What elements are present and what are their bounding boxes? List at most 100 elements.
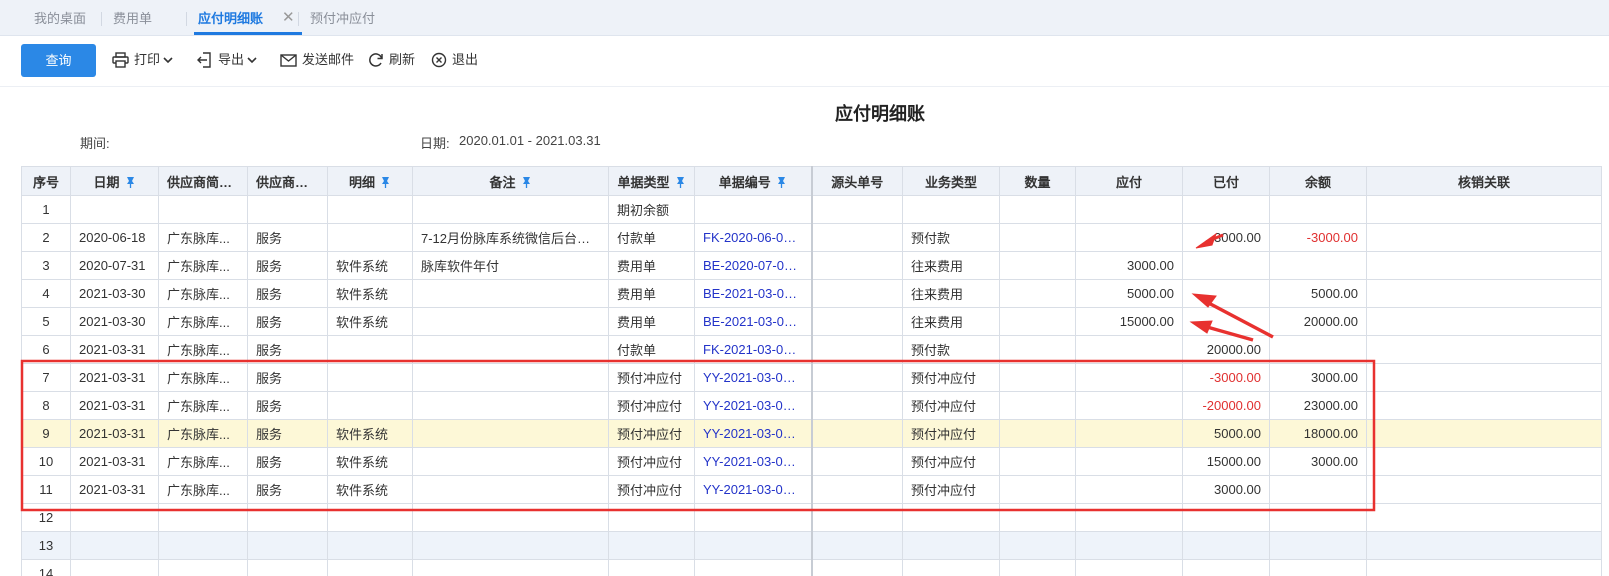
cell-doc-type: 预付冲应付 (608, 363, 695, 392)
table-row[interactable]: 2 2020-06-18 广东脉库... 服务 7-12月份脉库系统微信后台续费 付款单 F… (21, 223, 1602, 252)
cell-balance: 5000.00 (1269, 279, 1367, 308)
table-row[interactable]: 3 2020-07-31 广东脉库... 服务 软件系统 脉库软件年付 费用单 BE-2020… (21, 251, 1602, 280)
cell-doc-no[interactable]: BE-2021-03-0195 (694, 279, 813, 308)
table-row[interactable]: 7 2021-03-31 广东脉库... 服务 预付冲应付 YY-2021-03-0005… (21, 363, 1602, 392)
cell-payable (1075, 503, 1183, 532)
cell-writeoff (1366, 363, 1602, 392)
cell-balance: 3000.00 (1269, 363, 1367, 392)
cell-doc-type (608, 559, 695, 576)
cell-doc-no[interactable]: YY-2021-03-0005 (694, 447, 813, 476)
cell-paid: 3000.00 (1182, 223, 1270, 252)
cell-balance: 3000.00 (1269, 447, 1367, 476)
cell-source-no (811, 335, 903, 364)
toolbar: 查询 打印 导出 发送邮件 刷新 退出 (0, 36, 1609, 86)
cell-source-no (811, 419, 903, 448)
sort-pin-icon[interactable] (380, 176, 391, 188)
table-row[interactable]: 8 2021-03-31 广东脉库... 服务 预付冲应付 YY-2021-03-0005… (21, 391, 1602, 420)
cell-doc-no[interactable]: YY-2021-03-0005 (694, 419, 813, 448)
cell-doc-no[interactable]: YY-2021-03-0005 (694, 363, 813, 392)
query-button[interactable]: 查询 (21, 44, 96, 77)
cell-qty (999, 279, 1076, 308)
cell-note: 脉库软件年付 (412, 251, 609, 280)
tab-separator (298, 12, 299, 26)
sort-pin-icon[interactable] (776, 176, 787, 188)
sort-pin-icon[interactable] (125, 176, 136, 188)
cell-supplier: 广东脉库... (158, 419, 248, 448)
close-icon[interactable]: ✕ (282, 10, 295, 26)
cell-date: 2020-06-18 (70, 223, 159, 252)
export-button[interactable]: 导出 (196, 46, 257, 74)
send-mail-button[interactable]: 发送邮件 (280, 46, 354, 74)
tab-my-desktop[interactable]: 我的桌面 (34, 0, 86, 36)
col-header-detail[interactable]: 明细 (327, 166, 413, 196)
cell-doc-no[interactable]: BE-2020-07-0116 (694, 251, 813, 280)
cell-payable (1075, 475, 1183, 504)
cell-doc-no[interactable]: YY-2021-03-0005 (694, 475, 813, 504)
cell-supplier: 广东脉库... (158, 335, 248, 364)
col-header-qty: 数量 (999, 166, 1076, 196)
cell-doc-type: 预付冲应付 (608, 391, 695, 420)
cell-balance: 18000.00 (1269, 419, 1367, 448)
cell-qty (999, 307, 1076, 336)
exit-label: 退出 (452, 52, 479, 67)
cell-seq: 12 (21, 503, 71, 532)
print-button[interactable]: 打印 (112, 46, 173, 74)
cell-doc-no[interactable]: FK-2020-06-0032 (694, 223, 813, 252)
table-row[interactable]: 5 2021-03-30 广东脉库... 服务 软件系统 费用单 BE-2021-03-01… (21, 307, 1602, 336)
cell-writeoff (1366, 531, 1602, 560)
table-row[interactable]: 9 2021-03-31 广东脉库... 服务 软件系统 预付冲应付 YY-2021-03-… (21, 419, 1602, 448)
close-circle-icon (431, 52, 447, 68)
export-icon (197, 52, 211, 68)
tab-payable-ledger[interactable]: 应付明细账 (198, 0, 263, 36)
cell-balance (1269, 251, 1367, 280)
cell-note (412, 335, 609, 364)
cell-seq: 11 (21, 475, 71, 504)
col-header-supplier-category[interactable]: 供应商分类 (247, 166, 328, 196)
divider (0, 86, 1609, 87)
col-header-doc-no[interactable]: 单据编号 (694, 166, 813, 196)
cell-payable (1075, 559, 1183, 576)
cell-doc-no[interactable]: BE-2021-03-0195 (694, 307, 813, 336)
tab-prepay-offset[interactable]: 预付冲应付 (310, 0, 375, 36)
tab-expense-bill[interactable]: 费用单 (113, 0, 152, 36)
cell-qty (999, 223, 1076, 252)
table-row[interactable]: 4 2021-03-30 广东脉库... 服务 软件系统 费用单 BE-2021-03-01… (21, 279, 1602, 308)
sort-pin-icon[interactable] (237, 176, 247, 188)
cell-supplier (158, 559, 248, 576)
refresh-icon (369, 53, 383, 67)
sort-pin-icon[interactable] (521, 176, 532, 188)
cell-writeoff (1366, 279, 1602, 308)
cell-doc-no (694, 503, 813, 532)
table-row[interactable]: 14 (21, 559, 1602, 576)
sort-pin-icon[interactable] (675, 176, 686, 188)
cell-seq: 7 (21, 363, 71, 392)
cell-doc-no[interactable]: FK-2021-03-0061 (694, 335, 813, 364)
table-row[interactable]: 13 (21, 531, 1602, 560)
table-row[interactable]: 12 (21, 503, 1602, 532)
cell-source-no (811, 475, 903, 504)
chevron-down-icon (247, 57, 257, 64)
cell-source-no (811, 531, 903, 560)
cell-writeoff (1366, 251, 1602, 280)
col-header-doc-type[interactable]: 单据类型 (608, 166, 695, 196)
cell-paid: 5000.00 (1182, 419, 1270, 448)
chevron-down-icon (163, 57, 173, 64)
table-row[interactable]: 1 期初余额 (21, 195, 1602, 224)
refresh-button[interactable]: 刷新 (368, 46, 415, 74)
tab-bar: 我的桌面 费用单 应付明细账 ✕ 预付冲应付 (0, 0, 1609, 36)
cell-writeoff (1366, 447, 1602, 476)
cell-doc-no[interactable]: YY-2021-03-0005 (694, 391, 813, 420)
cell-supplier-category (247, 503, 328, 532)
cell-biz-type (902, 503, 1000, 532)
table-row[interactable]: 11 2021-03-31 广东脉库... 服务 软件系统 预付冲应付 YY-2021-03… (21, 475, 1602, 504)
table-row[interactable]: 10 2021-03-31 广东脉库... 服务 软件系统 预付冲应付 YY-2021-03… (21, 447, 1602, 476)
cell-note (412, 391, 609, 420)
col-header-date[interactable]: 日期 (70, 166, 159, 196)
exit-button[interactable]: 退出 (431, 46, 478, 74)
col-header-note[interactable]: 备注 (412, 166, 609, 196)
cell-note (412, 531, 609, 560)
table-row[interactable]: 6 2021-03-31 广东脉库... 服务 付款单 FK-2021-03-0061 预付… (21, 335, 1602, 364)
cell-date (70, 195, 159, 224)
col-header-supplier[interactable]: 供应商简称 (158, 166, 248, 196)
cell-payable (1075, 195, 1183, 224)
